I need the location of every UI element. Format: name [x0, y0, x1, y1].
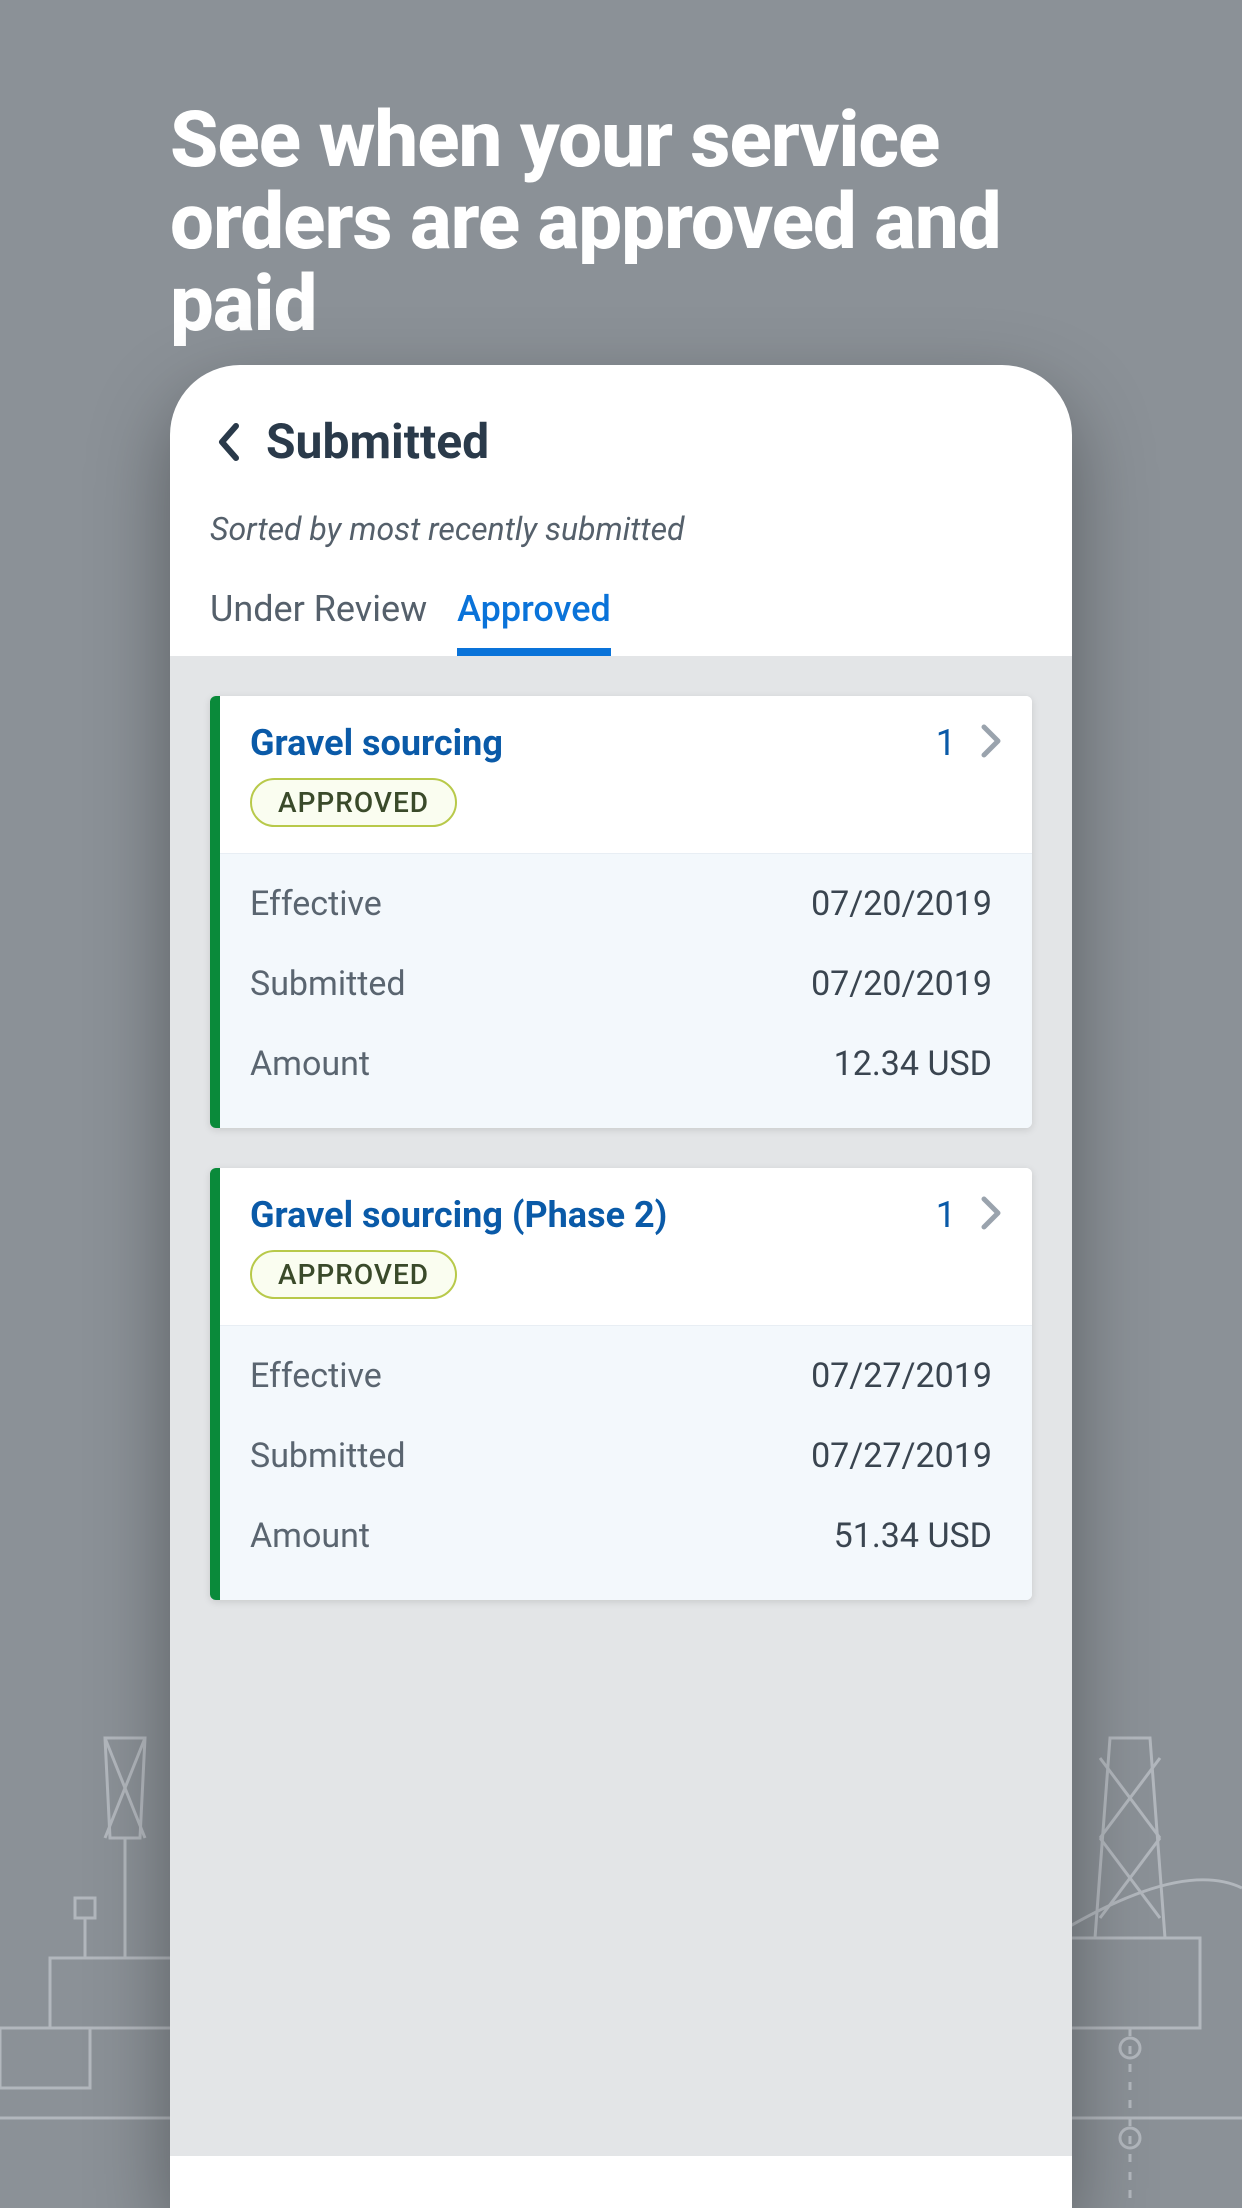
- order-count: 1: [936, 1194, 956, 1236]
- tab-approved[interactable]: Approved: [457, 558, 641, 650]
- status-badge: APPROVED: [250, 1250, 457, 1299]
- chevron-right-icon: [980, 723, 1002, 763]
- detail-label: Submitted: [250, 1436, 406, 1476]
- back-icon[interactable]: [210, 418, 246, 466]
- detail-value: 07/20/2019: [811, 964, 992, 1004]
- sort-description: Sorted by most recently submitted: [170, 490, 1072, 558]
- order-card-header: Gravel sourcing (Phase 2) 1 APPROVED: [210, 1168, 1032, 1326]
- detail-row-amount: Amount 12.34 USD: [250, 1024, 992, 1104]
- page-title: Submitted: [266, 413, 489, 470]
- order-details: Effective 07/20/2019 Submitted 07/20/201…: [210, 854, 1032, 1128]
- detail-label: Effective: [250, 1356, 382, 1396]
- tab-under-review[interactable]: Under Review: [210, 558, 457, 650]
- detail-label: Effective: [250, 884, 382, 924]
- chevron-right-icon: [980, 1195, 1002, 1235]
- order-title: Gravel sourcing (Phase 2): [250, 1194, 667, 1236]
- phone-frame: Submitted Sorted by most recently submit…: [170, 365, 1072, 2208]
- orders-list: Gravel sourcing 1 APPROVED Effective 07/…: [170, 656, 1072, 2156]
- screen-header: Submitted: [170, 365, 1072, 490]
- order-card-header: Gravel sourcing 1 APPROVED: [210, 696, 1032, 854]
- detail-row-submitted: Submitted 07/20/2019: [250, 944, 992, 1024]
- order-details: Effective 07/27/2019 Submitted 07/27/201…: [210, 1326, 1032, 1600]
- detail-label: Amount: [250, 1044, 370, 1084]
- order-card[interactable]: Gravel sourcing (Phase 2) 1 APPROVED Eff…: [210, 1168, 1032, 1600]
- detail-label: Amount: [250, 1516, 370, 1556]
- detail-value: 12.34 USD: [834, 1044, 992, 1084]
- detail-label: Submitted: [250, 964, 406, 1004]
- order-title: Gravel sourcing: [250, 722, 503, 764]
- status-badge: APPROVED: [250, 778, 457, 827]
- order-count: 1: [936, 722, 956, 764]
- detail-value: 07/27/2019: [811, 1436, 992, 1476]
- detail-row-submitted: Submitted 07/27/2019: [250, 1416, 992, 1496]
- tabs-bar: Under Review Approved: [170, 558, 1072, 650]
- detail-row-effective: Effective 07/20/2019: [250, 864, 992, 944]
- detail-row-amount: Amount 51.34 USD: [250, 1496, 992, 1576]
- detail-value: 51.34 USD: [834, 1516, 992, 1556]
- detail-value: 07/27/2019: [811, 1356, 992, 1396]
- order-card[interactable]: Gravel sourcing 1 APPROVED Effective 07/…: [210, 696, 1032, 1128]
- promo-headline: See when your service orders are approve…: [170, 100, 1142, 346]
- detail-value: 07/20/2019: [811, 884, 992, 924]
- detail-row-effective: Effective 07/27/2019: [250, 1336, 992, 1416]
